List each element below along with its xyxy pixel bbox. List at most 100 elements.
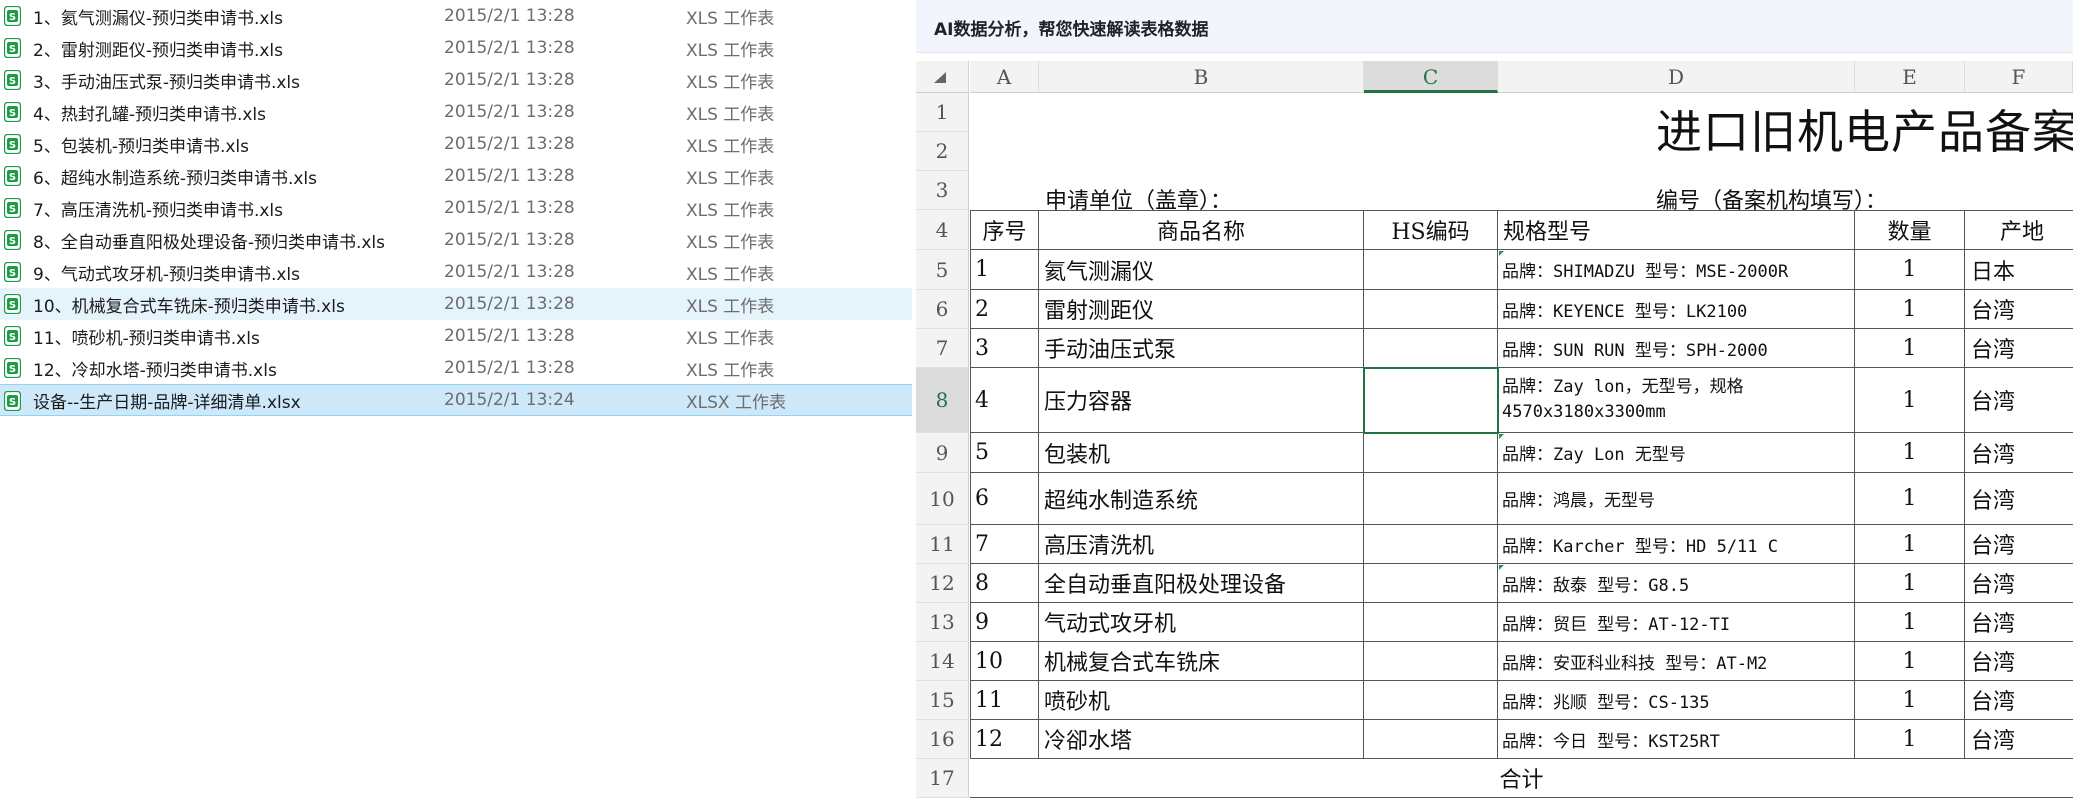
cell-hs[interactable] bbox=[1364, 250, 1498, 290]
row-header-5[interactable]: 5 bbox=[916, 250, 969, 290]
cell-origin[interactable]: 台湾 bbox=[1965, 433, 2073, 473]
cell-name[interactable]: 气动式攻牙机 bbox=[1039, 603, 1364, 642]
file-row[interactable]: S 10、机械复合式车铣床-预归类申请书.xls 2015/2/1 13:28 XLS… bbox=[0, 288, 912, 320]
cell-origin[interactable]: 台湾 bbox=[1965, 720, 2073, 759]
cell-hs[interactable] bbox=[1364, 564, 1498, 603]
file-row[interactable]: S 6、超纯水制造系统-预归类申请书.xls 2015/2/1 13:28 XLS 工… bbox=[0, 160, 912, 192]
row-header-16[interactable]: 16 bbox=[916, 720, 969, 759]
row-header-11[interactable]: 11 bbox=[916, 525, 969, 564]
cell-seq[interactable]: 6 bbox=[970, 473, 1039, 525]
cell-hs[interactable] bbox=[1364, 720, 1498, 759]
cell-name[interactable]: 高压清洗机 bbox=[1039, 525, 1364, 564]
cell-name[interactable]: 冷卻水塔 bbox=[1039, 720, 1364, 759]
row-header-17[interactable]: 17 bbox=[916, 759, 969, 798]
cell-seq[interactable]: 11 bbox=[970, 681, 1039, 720]
cell-qty[interactable]: 1 bbox=[1855, 329, 1965, 368]
cell-spec[interactable]: 品牌：SUN RUN 型号：SPH-2000 bbox=[1498, 329, 1855, 368]
cell-qty[interactable]: 1 bbox=[1855, 433, 1965, 473]
row-header-9[interactable]: 9 bbox=[916, 433, 969, 473]
select-all-corner[interactable] bbox=[916, 61, 969, 93]
cell-hs[interactable] bbox=[1364, 525, 1498, 564]
cell-seq[interactable]: 12 bbox=[970, 720, 1039, 759]
cell-seq[interactable]: 9 bbox=[970, 603, 1039, 642]
file-row[interactable]: S 1、氦气测漏仪-预归类申请书.xls 2015/2/1 13:28 XLS 工作表 bbox=[0, 0, 912, 32]
column-header-a[interactable]: A bbox=[970, 61, 1039, 93]
row-header-14[interactable]: 14 bbox=[916, 642, 969, 681]
file-row[interactable]: S 12、冷却水塔-预归类申请书.xls 2015/2/1 13:28 XLS 工作表 bbox=[0, 352, 912, 384]
row-header-4[interactable]: 4 bbox=[916, 210, 969, 250]
row-header-7[interactable]: 7 bbox=[916, 329, 969, 368]
cell-origin[interactable]: 台湾 bbox=[1965, 290, 2073, 329]
cell-hs[interactable] bbox=[1364, 290, 1498, 329]
cell-qty[interactable]: 1 bbox=[1855, 473, 1965, 525]
ai-analysis-text[interactable]: AI数据分析，帮您快速解读表格数据 bbox=[934, 15, 1208, 40]
column-header-b[interactable]: B bbox=[1039, 61, 1364, 93]
row-header-6[interactable]: 6 bbox=[916, 290, 969, 329]
cell-origin[interactable]: 日本 bbox=[1965, 250, 2073, 290]
total-cell[interactable]: 合计 bbox=[970, 759, 2073, 798]
cell-spec[interactable]: 品牌：鸿晨，无型号 bbox=[1498, 473, 1855, 525]
cell-seq[interactable]: 2 bbox=[970, 290, 1039, 329]
row-header-1[interactable]: 1 bbox=[916, 93, 969, 132]
cell-hs[interactable] bbox=[1364, 681, 1498, 720]
cell-origin[interactable]: 台湾 bbox=[1965, 368, 2073, 433]
cell-name[interactable]: 压力容器 bbox=[1039, 368, 1364, 433]
column-header-e[interactable]: E bbox=[1855, 61, 1965, 93]
cell-seq[interactable]: 4 bbox=[970, 368, 1039, 433]
file-row[interactable]: S 7、高压清洗机-预归类申请书.xls 2015/2/1 13:28 XLS 工作表 bbox=[0, 192, 912, 224]
file-row[interactable]: S 5、包装机-预归类申请书.xls 2015/2/1 13:28 XLS 工作表 bbox=[0, 128, 912, 160]
cell-seq[interactable]: 10 bbox=[970, 642, 1039, 681]
cell-origin[interactable]: 台湾 bbox=[1965, 564, 2073, 603]
cell-hs[interactable] bbox=[1364, 433, 1498, 473]
file-row[interactable]: S 8、全自动垂直阳极处理设备-预归类申请书.xls 2015/2/1 13:28 X… bbox=[0, 224, 912, 256]
cell-qty[interactable]: 1 bbox=[1855, 720, 1965, 759]
column-header-f[interactable]: F bbox=[1965, 61, 2073, 93]
header-cell-hs[interactable]: HS编码 bbox=[1364, 210, 1498, 250]
cell-name[interactable]: 喷砂机 bbox=[1039, 681, 1364, 720]
cell-qty[interactable]: 1 bbox=[1855, 368, 1965, 433]
cell-qty[interactable]: 1 bbox=[1855, 681, 1965, 720]
row-header-10[interactable]: 10 bbox=[916, 473, 969, 525]
row-header-15[interactable]: 15 bbox=[916, 681, 969, 720]
row-header-2[interactable]: 2 bbox=[916, 132, 969, 171]
cell-spec[interactable]: 品牌：Zay lon，无型号，规格4570x3180x3300mm bbox=[1498, 368, 1855, 433]
cell-spec[interactable]: 品牌：敌泰 型号：G8.5 bbox=[1498, 564, 1855, 603]
ai-analysis-bar[interactable]: AI数据分析，帮您快速解读表格数据 bbox=[916, 0, 2073, 53]
row-header-13[interactable]: 13 bbox=[916, 603, 969, 642]
cell-name[interactable]: 全自动垂直阳极处理设备 bbox=[1039, 564, 1364, 603]
header-cell-qty[interactable]: 数量 bbox=[1855, 210, 1965, 250]
cell-spec[interactable]: 品牌：贸巨 型号：AT-12-TI bbox=[1498, 603, 1855, 642]
file-row[interactable]: S 2、雷射测距仪-预归类申请书.xls 2015/2/1 13:28 XLS 工作表 bbox=[0, 32, 912, 64]
cell-qty[interactable]: 1 bbox=[1855, 250, 1965, 290]
file-row[interactable]: S 设备--生产日期-品牌-详细清单.xlsx 2015/2/1 13:24 XLSX… bbox=[0, 384, 912, 416]
cell-qty[interactable]: 1 bbox=[1855, 564, 1965, 603]
cell-origin[interactable]: 台湾 bbox=[1965, 603, 2073, 642]
row-header-12[interactable]: 12 bbox=[916, 564, 969, 603]
cell-name[interactable]: 机械复合式车铣床 bbox=[1039, 642, 1364, 681]
header-cell-name[interactable]: 商品名称 bbox=[1039, 210, 1364, 250]
cell-hs[interactable] bbox=[1364, 368, 1498, 433]
cell-spec[interactable]: 品牌：KEYENCE 型号：LK2100 bbox=[1498, 290, 1855, 329]
cell-spec[interactable]: 品牌：兆顺 型号：CS-135 bbox=[1498, 681, 1855, 720]
cell-spec[interactable]: 品牌：今日 型号：KST25RT bbox=[1498, 720, 1855, 759]
cell-hs[interactable] bbox=[1364, 329, 1498, 368]
column-header-c[interactable]: C bbox=[1364, 61, 1498, 93]
cell-hs[interactable] bbox=[1364, 603, 1498, 642]
file-row[interactable]: S 9、气动式攻牙机-预归类申请书.xls 2015/2/1 13:28 XLS 工作… bbox=[0, 256, 912, 288]
cell-name[interactable]: 氦气测漏仪 bbox=[1039, 250, 1364, 290]
cell-name[interactable]: 包装机 bbox=[1039, 433, 1364, 473]
column-header-d[interactable]: D bbox=[1498, 61, 1855, 93]
cell-name[interactable]: 超纯水制造系统 bbox=[1039, 473, 1364, 525]
header-cell-spec[interactable]: 规格型号 bbox=[1498, 210, 1855, 250]
cell-spec[interactable]: 品牌：Zay Lon 无型号 bbox=[1498, 433, 1855, 473]
cell-qty[interactable]: 1 bbox=[1855, 603, 1965, 642]
file-row[interactable]: S 3、手动油压式泵-预归类申请书.xls 2015/2/1 13:28 XLS 工作… bbox=[0, 64, 912, 96]
cell-seq[interactable]: 5 bbox=[970, 433, 1039, 473]
cell-hs[interactable] bbox=[1364, 642, 1498, 681]
cell-spec[interactable]: 品牌：Karcher 型号：HD 5/11 C bbox=[1498, 525, 1855, 564]
cell-qty[interactable]: 1 bbox=[1855, 290, 1965, 329]
cell-origin[interactable]: 台湾 bbox=[1965, 473, 2073, 525]
cell-seq[interactable]: 7 bbox=[970, 525, 1039, 564]
cell-hs[interactable] bbox=[1364, 473, 1498, 525]
row-header-3[interactable]: 3 bbox=[916, 171, 969, 210]
